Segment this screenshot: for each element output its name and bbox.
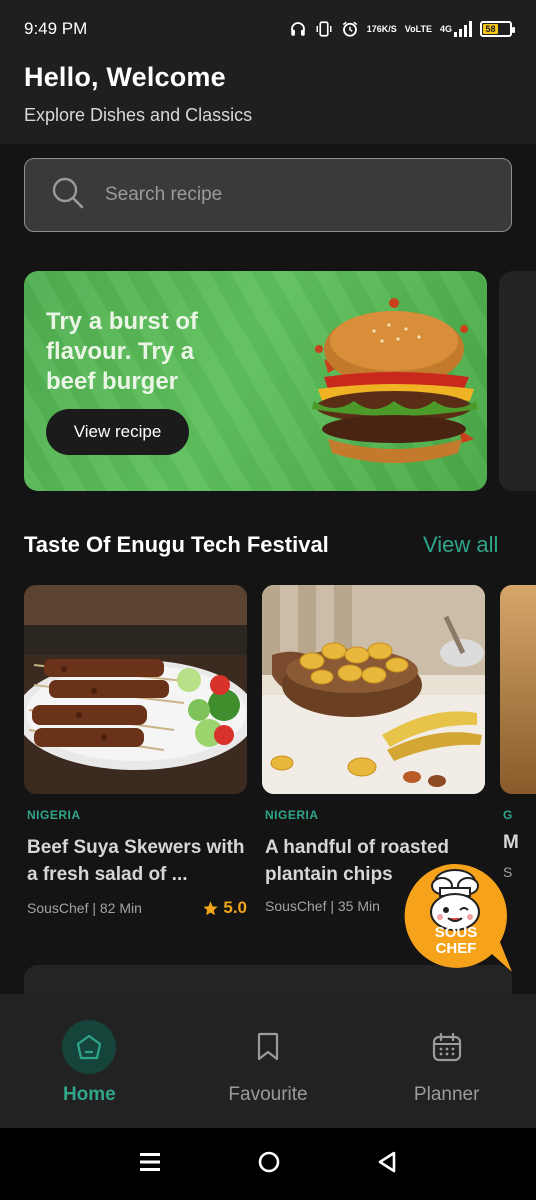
vibrate-icon <box>315 20 333 38</box>
recent-apps-icon[interactable] <box>138 1151 162 1178</box>
home-icon <box>77 1034 102 1060</box>
search-bar[interactable] <box>24 158 512 232</box>
card-country: NIGERIA <box>27 808 81 822</box>
card-author-time: SousChef | 82 Min <box>27 900 142 916</box>
greeting-subtitle: Explore Dishes and Classics <box>24 105 253 125</box>
net-speed-value: 176 <box>366 23 382 34</box>
promo-banner[interactable]: Try a burst of flavour. Try a beef burge… <box>24 271 487 491</box>
volte-indicator: Vo LTE <box>404 23 432 34</box>
signal-icon: 4G <box>440 21 472 37</box>
recipe-card[interactable]: NIGERIA Beef Suya Skewers with a fresh s… <box>24 585 247 918</box>
volte-bottom: LTE <box>415 23 432 34</box>
next-banner-peek[interactable] <box>499 271 536 491</box>
back-icon[interactable] <box>376 1150 398 1179</box>
card-country-peek: G <box>503 808 513 822</box>
bottom-navigation: Home Favourite Planner <box>0 994 536 1128</box>
card-author-time: SousChef | 35 Min <box>265 898 380 914</box>
nav-favourite[interactable]: Favourite <box>179 994 358 1128</box>
battery-level: 58 <box>483 24 499 34</box>
home-button-icon[interactable] <box>257 1150 281 1179</box>
alarm-icon <box>341 20 359 38</box>
star-icon <box>203 900 218 915</box>
system-navigation-bar <box>0 1128 536 1200</box>
plantain-chips-image <box>262 585 485 794</box>
calendar-icon <box>432 1032 461 1062</box>
suya-image <box>24 585 247 794</box>
card-meta: SousChef | 82 Min 5.0 <box>24 898 247 918</box>
nav-home-icon-wrap <box>62 1020 117 1074</box>
card-title-peek: M <box>503 832 519 853</box>
battery-icon: 58 <box>480 21 515 37</box>
banner-text: Try a burst of flavour. Try a beef burge… <box>46 308 199 395</box>
net-speed-unit: K/S <box>381 23 397 34</box>
network-type: 4G <box>439 23 452 34</box>
sous-chef-line1: SOUS <box>434 924 478 941</box>
nav-planner[interactable]: Planner <box>357 994 536 1128</box>
nav-favourite-label: Favourite <box>228 1084 308 1105</box>
section-title: Taste Of Enugu Tech Festival <box>24 532 329 557</box>
burger-image <box>312 298 478 463</box>
net-speed: 176 K/S <box>366 23 397 34</box>
nav-home-label: Home <box>62 1084 116 1105</box>
status-bar: 9:49 PM 176 K/S Vo LTE 4G 58 <box>0 0 536 58</box>
nav-home[interactable]: Home <box>0 994 179 1128</box>
nav-planner-label: Planner <box>413 1084 480 1105</box>
sous-chef-fab[interactable]: SOUS CHEF <box>400 862 512 974</box>
card-title: Beef Suya Skewers with a fresh salad of … <box>27 837 245 885</box>
view-recipe-button[interactable]: View recipe <box>46 409 189 455</box>
view-all-link[interactable]: View all <box>423 532 498 558</box>
recipe-card-peek[interactable] <box>500 585 536 794</box>
sous-chef-label: SOUS CHEF <box>400 925 512 957</box>
card-country: NIGERIA <box>265 808 319 822</box>
status-time: 9:49 PM <box>24 19 88 38</box>
bookmark-icon <box>257 1032 279 1061</box>
card-rating: 5.0 <box>202 898 247 918</box>
app-header: Hello, Welcome Explore Dishes and Classi… <box>0 58 536 144</box>
sous-chef-line2: CHEF <box>435 940 477 957</box>
volte-top: Vo <box>404 23 416 34</box>
sous-chef-mascot-icon <box>404 863 512 972</box>
nav-favourite-icon-wrap <box>241 1020 295 1074</box>
nav-planner-icon-wrap <box>420 1020 474 1074</box>
search-icon <box>51 176 85 215</box>
rating-value: 5.0 <box>223 898 247 917</box>
headphones-icon <box>289 20 307 38</box>
greeting-title: Hello, Welcome <box>24 62 226 92</box>
search-input[interactable] <box>105 184 465 206</box>
status-icons: 176 K/S Vo LTE 4G 58 <box>289 20 515 38</box>
